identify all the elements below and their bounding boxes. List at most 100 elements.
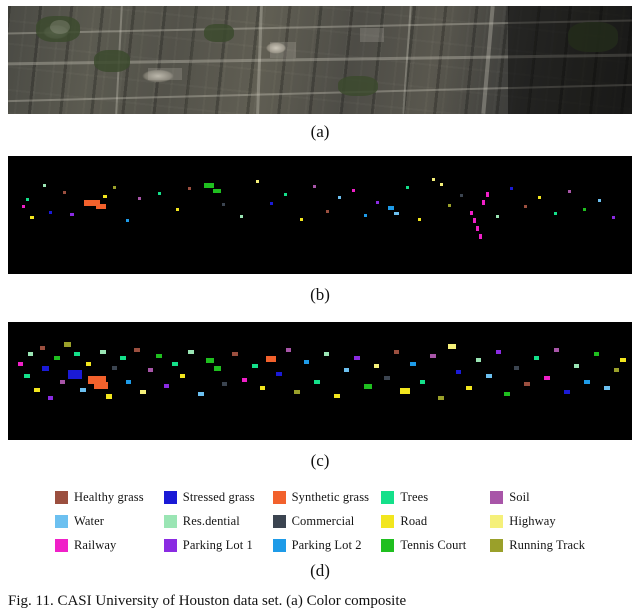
class-pixel-cluster <box>276 372 282 376</box>
class-pixel-cluster <box>28 352 33 356</box>
class-pixel-cluster <box>138 197 141 200</box>
class-pixel-cluster <box>460 194 463 197</box>
class-pixel-cluster <box>418 218 421 221</box>
class-pixel-cluster <box>213 189 221 193</box>
class-pixel-cluster <box>22 205 25 208</box>
legend-item: Parking Lot 1 <box>163 537 269 553</box>
class-pixel-cluster <box>100 350 106 354</box>
legend-item: Res.dential <box>163 513 269 529</box>
legend-label: Railway <box>74 537 117 552</box>
legend-item: Soil <box>490 490 595 505</box>
class-pixel-cluster <box>448 344 456 349</box>
class-pixel-cluster <box>148 368 153 372</box>
legend-item: Running Track <box>490 538 595 553</box>
panel-b-training-samples <box>8 156 632 274</box>
class-pixel-cluster <box>476 358 481 362</box>
class-pixel-cluster <box>63 191 66 194</box>
legend-item: Water <box>55 514 160 529</box>
class-pixel-cluster <box>364 384 372 389</box>
class-pixel-cluster <box>156 354 162 358</box>
class-pixel-cluster <box>604 386 610 390</box>
class-pixel-cluster <box>470 211 473 215</box>
class-pixel-cluster <box>314 380 320 384</box>
class-pixel-cluster <box>388 206 394 210</box>
class-pixel-cluster <box>344 368 349 372</box>
legend-color-swatch <box>55 538 68 552</box>
legend-label: Highway <box>509 513 556 528</box>
class-pixel-cluster <box>406 186 409 189</box>
figure-page: (a) (b) (c) Healthy grass Stressed grass S… <box>0 0 640 614</box>
class-pixel-cluster <box>313 185 316 188</box>
legend-color-swatch <box>55 490 68 504</box>
class-pixel-cluster <box>188 350 194 354</box>
class-pixel-cluster <box>486 374 492 378</box>
legend-item: Commercial <box>272 514 378 529</box>
legend-item: Railway <box>55 538 160 553</box>
class-pixel-cluster <box>338 196 341 199</box>
legend-item: Parking Lot 2 <box>272 537 378 553</box>
class-pixel-cluster <box>252 364 258 368</box>
vegetation-patch <box>204 24 234 42</box>
class-pixel-cluster <box>158 192 161 195</box>
legend-label: Soil <box>509 489 530 504</box>
class-pixel-cluster <box>284 193 287 196</box>
legend-color-swatch <box>490 490 504 504</box>
legend-color-swatch <box>272 538 286 552</box>
class-pixel-cluster <box>74 352 80 356</box>
class-pixel-cluster <box>286 348 291 352</box>
class-pixel-cluster <box>430 354 436 358</box>
class-pixel-cluster <box>612 216 615 219</box>
class-pixel-cluster <box>96 204 106 209</box>
legend-color-swatch <box>490 538 504 552</box>
class-pixel-cluster <box>440 183 443 186</box>
class-pixel-cluster <box>496 350 501 354</box>
class-pixel-cluster <box>242 378 247 382</box>
class-pixel-cluster <box>438 396 444 400</box>
legend-label: Stressed grass <box>182 489 255 504</box>
class-pixel-cluster <box>394 350 399 354</box>
legend-label: Trees <box>400 489 429 504</box>
legend-item: Highway <box>490 514 595 529</box>
class-pixel-cluster <box>49 211 52 214</box>
legend-label: Res.dential <box>182 513 240 528</box>
class-pixel-cluster <box>466 386 472 390</box>
class-pixel-cluster <box>504 392 510 396</box>
class-pixel-cluster <box>544 376 550 380</box>
class-pixel-cluster <box>583 208 586 211</box>
class-pixel-cluster <box>304 360 309 364</box>
class-pixel-cluster <box>214 366 221 371</box>
class-pixel-cluster <box>524 205 527 208</box>
class-pixel-cluster <box>448 204 451 207</box>
class-pixel-cluster <box>126 380 131 384</box>
legend-color-swatch <box>490 514 504 528</box>
class-pixel-cluster <box>80 388 86 392</box>
class-pixel-cluster <box>24 374 30 378</box>
subcaption-b: (b) <box>310 285 330 304</box>
subcaption-c: (c) <box>310 451 330 470</box>
class-pixel-cluster <box>354 356 360 360</box>
class-pixel-cluster <box>410 362 416 366</box>
class-pixel-cluster <box>564 390 570 394</box>
class-pixel-cluster <box>70 213 74 216</box>
legend-color-swatch <box>381 538 395 552</box>
class-pixel-cluster <box>554 212 557 215</box>
class-pixel-cluster <box>260 386 265 390</box>
building-block <box>270 42 296 58</box>
class-pixel-cluster <box>232 352 238 356</box>
legend-color-swatch <box>272 514 286 528</box>
figure-caption: Fig. 11. CASI University of Houston data… <box>8 593 407 609</box>
legend-label: Water <box>74 513 105 528</box>
class-pixel-cluster <box>34 388 40 392</box>
class-pixel-cluster <box>198 392 204 396</box>
class-pixel-cluster <box>594 352 599 356</box>
class-pixel-cluster <box>326 210 329 213</box>
class-pixel-cluster <box>420 380 425 384</box>
class-pixel-cluster <box>482 200 485 205</box>
class-pixel-cluster <box>538 196 541 199</box>
class-pixel-cluster <box>188 187 191 190</box>
legend-label: Parking Lot 2 <box>291 537 362 552</box>
legend-label: Parking Lot 1 <box>182 537 253 552</box>
class-pixel-cluster <box>598 199 601 202</box>
legend-label: Healthy grass <box>74 489 144 504</box>
building-block <box>148 68 182 80</box>
